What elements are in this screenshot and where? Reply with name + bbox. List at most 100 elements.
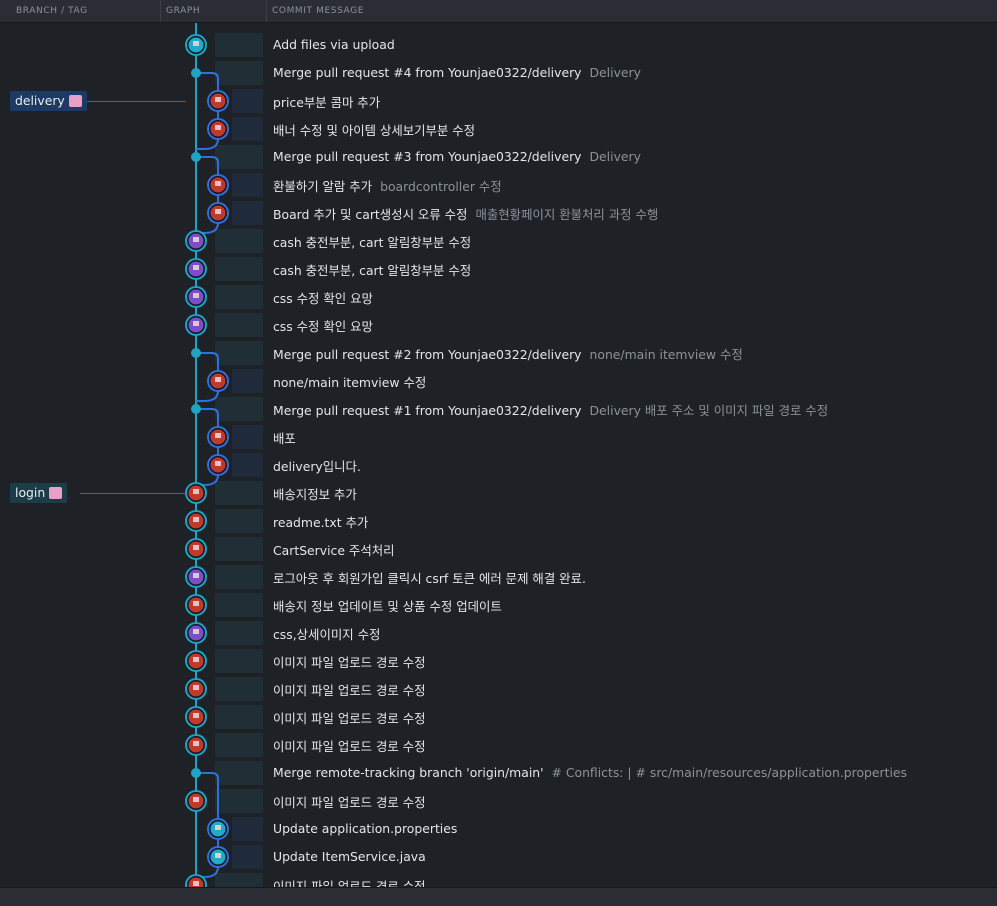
commit-message: delivery입니다.	[273, 457, 361, 475]
avatar-face-icon	[215, 461, 221, 466]
commit-summary: Merge pull request #4 from Younjae0322/d…	[273, 65, 582, 80]
avatar-face-icon	[215, 825, 221, 830]
commit-message: 환불하기 알람 추가 boardcontroller 수정	[273, 177, 502, 195]
commit-message: Merge pull request #4 from Younjae0322/d…	[273, 65, 641, 80]
commit-description: Delivery	[589, 149, 641, 164]
avatar-face-icon	[193, 713, 199, 718]
commit-message: css,상세이미지 수정	[273, 625, 380, 643]
commit-message: css 수정 확인 요망	[273, 317, 373, 335]
avatar-face-icon	[193, 321, 199, 326]
avatar-face-icon	[193, 881, 199, 886]
commit-summary: 이미지 파일 업로드 경로 수정	[273, 711, 426, 726]
commit-summary: 로그아웃 후 회원가입 클릭시 csrf 토큰 에러 문제 해결 완료.	[273, 571, 586, 586]
branch-tag-login[interactable]: login	[10, 483, 68, 503]
avatar-face-icon	[193, 517, 199, 522]
avatar-face-icon	[193, 601, 199, 606]
avatar-face-icon	[215, 853, 221, 858]
commit-message: Merge pull request #1 from Younjae0322/d…	[273, 401, 828, 419]
commit-summary: CartService 주석처리	[273, 543, 395, 558]
merge-commit-dot	[191, 404, 201, 414]
commit-summary: 이미지 파일 업로드 경로 수정	[273, 683, 426, 698]
commit-summary: delivery입니다.	[273, 459, 361, 474]
branch-avatar-icon	[49, 487, 63, 499]
avatar-face-icon	[215, 125, 221, 130]
commit-summary: Merge pull request #3 from Younjae0322/d…	[273, 149, 582, 164]
commit-message: 이미지 파일 업로드 경로 수정	[273, 653, 426, 671]
commit-summary: Board 추가 및 cart생성시 오류 수정	[273, 207, 468, 222]
commit-summary: Update ItemService.java	[273, 849, 426, 864]
commit-description: 매출현황페이지 환불처리 과정 수행	[475, 207, 659, 222]
commit-summary: css 수정 확인 요망	[273, 319, 373, 334]
commit-summary: 배너 수정 및 아이템 상세보기부분 수정	[273, 123, 476, 138]
branch-avatar-icon	[68, 95, 82, 107]
branch-tag-column-header[interactable]: BRANCH / TAG	[16, 6, 88, 16]
commit-message: Update ItemService.java	[273, 849, 426, 864]
commit-summary: 이미지 파일 업로드 경로 수정	[273, 739, 426, 754]
commit-summary: 배송지 정보 업데이트 및 상품 수정 업데이트	[273, 599, 502, 614]
commit-message: 배송지 정보 업데이트 및 상품 수정 업데이트	[273, 597, 502, 615]
avatar-face-icon	[193, 237, 199, 242]
commit-description: Delivery 배포 주소 및 이미지 파일 경로 수정	[589, 403, 829, 418]
commit-description: none/main itemview 수정	[589, 347, 743, 362]
commit-summary: cash 충전부분, cart 알림창부분 수정	[273, 263, 472, 278]
merge-commit-dot	[191, 152, 201, 162]
avatar-face-icon	[193, 41, 199, 46]
avatar-face-icon	[193, 741, 199, 746]
commit-message: price부분 콤마 추가	[273, 93, 380, 111]
commit-summary: 배송지정보 추가	[273, 487, 357, 502]
commit-summary: 이미지 파일 업로드 경로 수정	[273, 795, 426, 810]
branch-label: login	[15, 485, 46, 500]
avatar-face-icon	[193, 545, 199, 550]
commit-summary: readme.txt 추가	[273, 515, 369, 530]
branch-label: delivery	[15, 93, 65, 108]
commit-message: 이미지 파일 업로드 경로 수정	[273, 877, 426, 887]
commit-summary: css 수정 확인 요망	[273, 291, 373, 306]
commit-graph	[185, 23, 229, 887]
merge-commit-dot	[191, 768, 201, 778]
commit-summary: Add files via upload	[273, 37, 395, 52]
commit-summary: Update application.properties	[273, 821, 458, 836]
avatar-face-icon	[215, 433, 221, 438]
commit-message: Merge remote-tracking branch 'origin/mai…	[273, 765, 907, 780]
branch-connector	[80, 101, 186, 102]
commit-summary: cash 충전부분, cart 알림창부분 수정	[273, 235, 472, 250]
commit-message: 이미지 파일 업로드 경로 수정	[273, 709, 426, 727]
commit-message: Merge pull request #2 from Younjae0322/d…	[273, 345, 743, 363]
avatar-face-icon	[193, 685, 199, 690]
avatar-face-icon	[193, 573, 199, 578]
graph-column-header[interactable]: GRAPH	[166, 6, 200, 16]
commit-description: boardcontroller 수정	[380, 179, 502, 194]
commit-message: 배송지정보 추가	[273, 485, 357, 503]
avatar-face-icon	[193, 797, 199, 802]
commit-message-column-header[interactable]: COMMIT MESSAGE	[272, 6, 364, 16]
commit-message: 이미지 파일 업로드 경로 수정	[273, 737, 426, 755]
commit-message: cash 충전부분, cart 알림창부분 수정	[273, 261, 471, 279]
commit-summary: 이미지 파일 업로드 경로 수정	[273, 879, 426, 887]
horizontal-scrollbar[interactable]	[0, 887, 997, 906]
commit-message: Update application.properties	[273, 821, 457, 836]
commit-message: 이미지 파일 업로드 경로 수정	[273, 793, 426, 811]
branch-tag-delivery[interactable]: delivery	[10, 91, 87, 111]
commit-description: Delivery	[589, 65, 641, 80]
avatar-face-icon	[193, 489, 199, 494]
column-header: BRANCH / TAG GRAPH COMMIT MESSAGE	[0, 0, 997, 23]
commit-summary: price부분 콤마 추가	[273, 95, 381, 110]
commit-message: cash 충전부분, cart 알림창부분 수정	[273, 233, 471, 251]
commit-summary: 이미지 파일 업로드 경로 수정	[273, 655, 426, 670]
commit-summary: none/main itemview 수정	[273, 375, 427, 390]
commit-message: CartService 주석처리	[273, 541, 395, 559]
commit-summary: 배포	[273, 431, 296, 446]
avatar-face-icon	[193, 657, 199, 662]
commit-summary: 환불하기 알람 추가	[273, 179, 373, 194]
commit-summary: Merge pull request #1 from Younjae0322/d…	[273, 403, 582, 418]
branch-connector	[80, 493, 186, 494]
commit-summary: css,상세이미지 수정	[273, 627, 381, 642]
avatar-face-icon	[215, 181, 221, 186]
commit-summary: Merge pull request #2 from Younjae0322/d…	[273, 347, 582, 362]
commit-message: 배포	[273, 429, 296, 447]
merge-commit-dot	[191, 348, 201, 358]
avatar-face-icon	[193, 265, 199, 270]
avatar-face-icon	[215, 97, 221, 102]
avatar-face-icon	[193, 629, 199, 634]
commit-message: none/main itemview 수정	[273, 373, 426, 391]
